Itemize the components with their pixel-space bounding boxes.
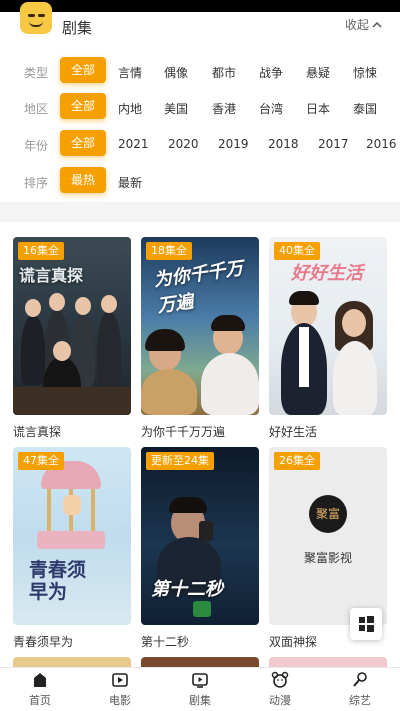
show-title: 好好生活 <box>269 425 318 439</box>
app-logo-icon[interactable] <box>20 2 52 34</box>
episode-badge: 26集全 <box>274 452 320 470</box>
episode-badge: 更新至24集 <box>146 452 214 470</box>
filter-label: 年份 <box>24 139 49 153</box>
show-card[interactable]: 为你千千万万遍 18集全 为你千千万万遍 <box>141 237 259 440</box>
episode-badge: 47集全 <box>18 452 64 470</box>
filter-option[interactable]: 2018 <box>268 137 299 151</box>
episode-badge: 40集全 <box>274 242 320 260</box>
filter-option[interactable]: 战争 <box>259 64 283 81</box>
status-bar <box>0 0 400 12</box>
filter-option[interactable]: 2016 <box>366 137 397 151</box>
section-divider <box>0 202 400 222</box>
tab-label: 综艺 <box>349 694 371 707</box>
tab-anime[interactable]: 动漫 <box>240 668 320 711</box>
page-title: 剧集 <box>62 19 93 37</box>
poster-image: 青春须早为 47集全 <box>13 447 131 625</box>
show-title: 第十二秒 <box>141 635 190 649</box>
header: 剧集 收起 <box>0 2 400 42</box>
windows-icon[interactable] <box>350 608 382 640</box>
filter-option[interactable]: 2021 <box>118 137 149 151</box>
show-title: 青春须早为 <box>13 635 74 649</box>
poster-title: 为你千千万万遍 <box>152 257 245 317</box>
filter-option[interactable]: 泰国 <box>353 100 377 117</box>
collapse-button[interactable]: 收起 <box>345 16 382 33</box>
placeholder-logo: 聚富 <box>309 495 347 533</box>
filter-option[interactable]: 悬疑 <box>306 64 330 81</box>
filter-panel: 类型 全部 言情 偶像 都市 战争 悬疑 惊悚 地区 全部 内地 美国 香港 台… <box>0 42 400 202</box>
tab-series[interactable]: 剧集 <box>160 668 240 711</box>
show-grid: 谎言真探 16集全 谎言真探 为你千千万万遍 18集全 为你千千万万遍 好好生活… <box>0 222 400 667</box>
filter-option[interactable]: 最热 <box>60 167 107 193</box>
show-card[interactable]: 第十二秒 更新至24集 第十二秒 <box>141 447 259 650</box>
filter-option[interactable]: 日本 <box>306 100 330 117</box>
filter-label: 地区 <box>24 102 49 116</box>
poster-title: 谎言真探 <box>19 266 84 285</box>
filter-option[interactable]: 2019 <box>218 137 249 151</box>
filter-row-type: 类型 全部 言情 偶像 都市 战争 悬疑 惊悚 <box>0 57 400 87</box>
filter-option[interactable]: 香港 <box>212 100 236 117</box>
filter-option[interactable]: 2017 <box>318 137 349 151</box>
tab-variety[interactable]: 综艺 <box>320 668 400 711</box>
poster-image[interactable] <box>269 657 387 667</box>
poster-image[interactable] <box>141 657 259 667</box>
poster-image: 为你千千万万遍 18集全 <box>141 237 259 415</box>
filter-option[interactable]: 惊悚 <box>353 64 377 81</box>
tab-label: 剧集 <box>189 694 211 707</box>
filter-label: 类型 <box>24 66 49 80</box>
filter-option[interactable]: 全部 <box>60 93 107 119</box>
bear-icon <box>271 671 289 688</box>
movie-icon <box>112 673 128 687</box>
show-title: 谎言真探 <box>13 425 62 439</box>
episode-badge: 16集全 <box>18 242 64 260</box>
microphone-icon <box>353 672 367 687</box>
filter-option[interactable]: 美国 <box>164 100 188 117</box>
filter-row-region: 地区 全部 内地 美国 香港 台湾 日本 泰国 <box>0 93 400 123</box>
episode-badge: 18集全 <box>146 242 192 260</box>
tab-label: 首页 <box>29 694 51 707</box>
tv-play-icon <box>192 673 208 688</box>
filter-row-sort: 排序 最热 最新 <box>0 167 400 197</box>
filter-option[interactable]: 内地 <box>118 100 142 117</box>
poster-image[interactable] <box>13 657 131 667</box>
filter-option[interactable]: 全部 <box>60 130 107 156</box>
home-icon <box>34 673 46 687</box>
show-card[interactable]: 谎言真探 16集全 谎言真探 <box>13 237 131 440</box>
filter-option[interactable]: 都市 <box>212 64 236 81</box>
filter-option[interactable]: 2020 <box>168 137 199 151</box>
tab-label: 动漫 <box>269 694 291 707</box>
tab-home[interactable]: 首页 <box>0 668 80 711</box>
placeholder-name: 聚富影视 <box>303 551 352 565</box>
filter-option[interactable]: 偶像 <box>164 64 188 81</box>
poster-title: 青春须早为 <box>29 559 87 603</box>
filter-option[interactable]: 言情 <box>118 64 142 81</box>
show-card[interactable]: 好好生活 40集全 好好生活 <box>269 237 387 440</box>
show-title: 为你千千万万遍 <box>141 425 226 439</box>
chevron-up-icon <box>372 21 382 28</box>
tab-movies[interactable]: 电影 <box>80 668 160 711</box>
filter-option[interactable]: 最新 <box>118 174 142 191</box>
poster-title: 好好生活 <box>291 263 363 284</box>
poster-image: 第十二秒 更新至24集 <box>141 447 259 625</box>
collapse-label: 收起 <box>344 18 369 32</box>
poster-image: 谎言真探 16集全 <box>13 237 131 415</box>
filter-option[interactable]: 全部 <box>60 57 107 83</box>
show-card[interactable]: 青春须早为 47集全 青春须早为 <box>13 447 131 650</box>
filter-label: 排序 <box>24 176 49 190</box>
poster-image: 好好生活 40集全 <box>269 237 387 415</box>
poster-placeholder: 聚富 聚富影视 26集全 <box>269 447 387 625</box>
poster-title: 第十二秒 <box>151 579 223 600</box>
tab-label: 电影 <box>109 694 131 707</box>
filter-row-year: 年份 全部 2021 2020 2019 2018 2017 2016 <box>0 130 400 160</box>
filter-option[interactable]: 台湾 <box>259 100 283 117</box>
bottom-tab-bar: 首页 电影 剧集 动漫 综艺 <box>0 667 400 711</box>
